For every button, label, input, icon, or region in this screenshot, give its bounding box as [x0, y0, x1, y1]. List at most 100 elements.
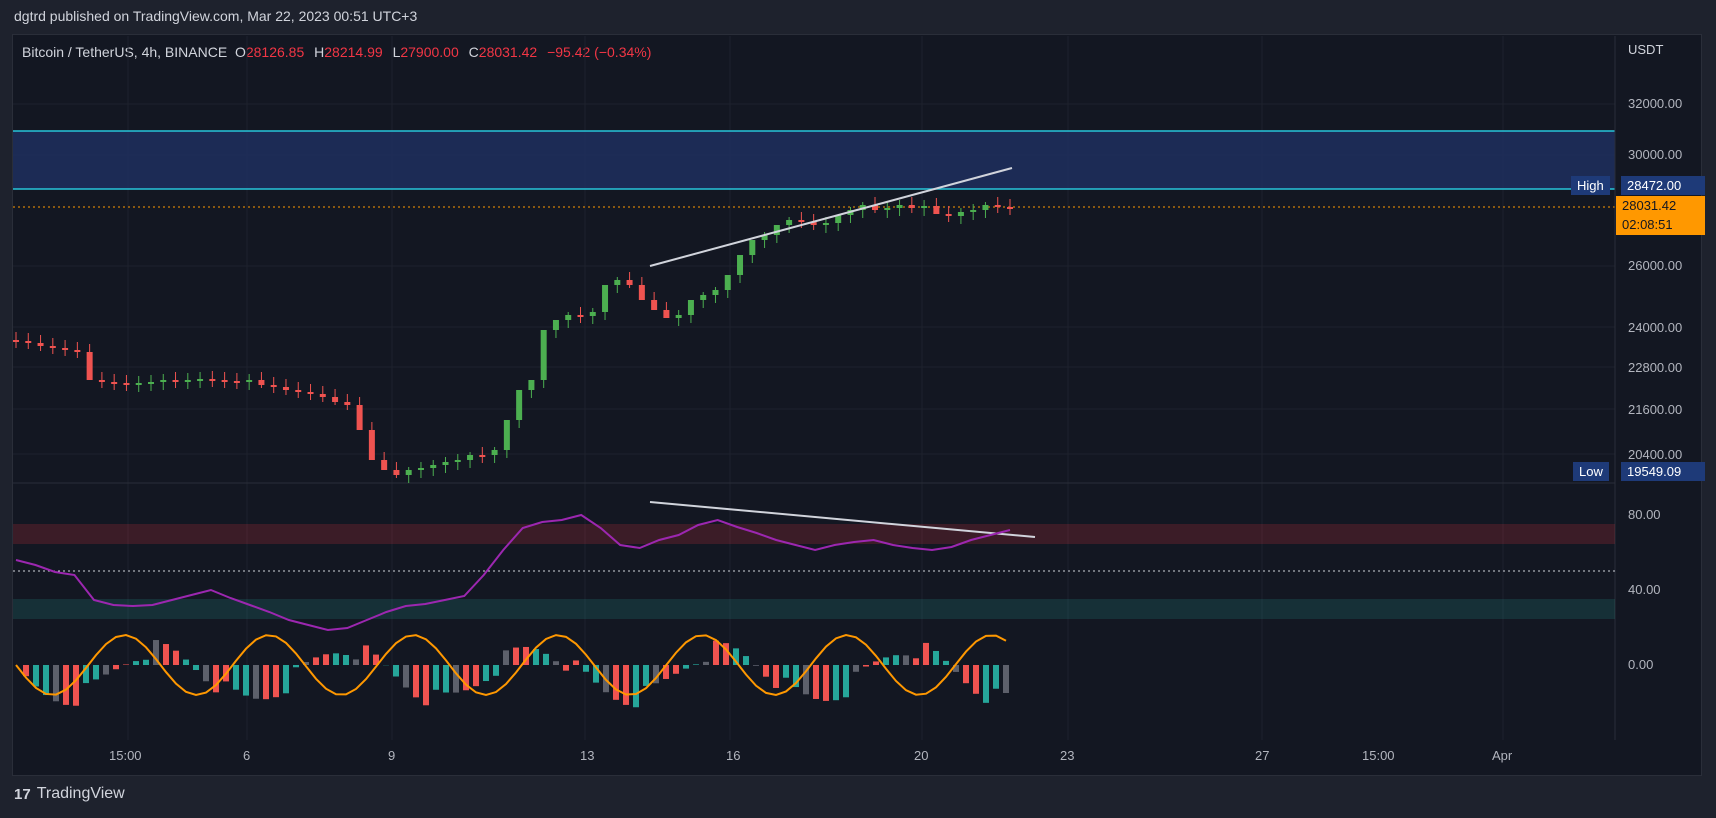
candle-body	[381, 460, 388, 470]
macd-histogram-bar	[503, 650, 509, 665]
macd-histogram-bar	[233, 665, 239, 690]
candle-body	[62, 348, 69, 350]
rsi-tick: 40.00	[1628, 582, 1661, 597]
macd-histogram-bar	[293, 665, 299, 668]
macd-histogram-bar	[743, 656, 749, 665]
macd-histogram-bar	[243, 665, 249, 696]
tradingview-watermark[interactable]: 17 TradingView	[14, 785, 125, 803]
macd-histogram-bar	[563, 665, 569, 671]
macd-histogram-bar	[583, 665, 589, 672]
candle-body	[123, 383, 130, 385]
candle-body	[467, 455, 474, 460]
macd-histogram-bar	[843, 665, 849, 698]
bar-countdown: 02:08:51	[1616, 215, 1705, 235]
macd-histogram-bar	[813, 665, 819, 699]
macd-histogram-bar	[783, 665, 789, 678]
candle-body	[503, 420, 510, 450]
macd-histogram-bar	[103, 665, 109, 675]
candle-body	[491, 450, 498, 455]
candle-body	[786, 220, 793, 225]
macd-histogram-bar	[903, 655, 909, 665]
macd-histogram-bar	[863, 665, 869, 667]
macd-histogram-bar	[683, 665, 689, 669]
candle-body	[638, 285, 645, 300]
macd-histogram-bar	[893, 655, 899, 665]
candle-body	[356, 405, 363, 430]
candle-body	[908, 205, 915, 208]
candle-body	[74, 350, 81, 352]
candle-body	[884, 208, 891, 210]
macd-histogram-bar	[63, 665, 69, 705]
macd-histogram-bar	[213, 665, 219, 693]
candle-body	[970, 210, 977, 212]
candle-body	[233, 381, 240, 383]
candle-body	[454, 460, 461, 462]
macd-histogram-bar	[283, 665, 289, 694]
macd-histogram-bar	[183, 659, 189, 665]
candle-body	[602, 285, 609, 312]
candle-body	[712, 290, 719, 295]
candle-body	[614, 280, 621, 285]
time-tick: 16	[726, 748, 741, 763]
macd-histogram-bar	[313, 657, 319, 665]
price-chart-svg[interactable]	[0, 0, 1716, 818]
macd-histogram-bar	[123, 664, 129, 665]
macd-histogram-bar	[993, 665, 999, 689]
rsi-tick: 80.00	[1628, 507, 1661, 522]
candle-body	[135, 383, 142, 385]
candle-body	[651, 300, 658, 310]
rsi-overbought-band	[13, 524, 1615, 544]
candle-body	[565, 315, 572, 320]
macd-histogram-bar	[773, 665, 779, 688]
candle-body	[25, 341, 32, 343]
macd-histogram-bar	[273, 665, 279, 698]
time-tick: 27	[1255, 748, 1270, 763]
macd-histogram-bar	[203, 665, 209, 682]
candle-body	[589, 312, 596, 316]
macd-histogram-bar	[253, 665, 259, 699]
candle-body	[282, 387, 289, 390]
currency-label: USDT	[1628, 42, 1664, 57]
macd-histogram-bar	[673, 665, 679, 674]
macd-histogram-bar	[73, 665, 79, 706]
candle-body	[344, 402, 351, 405]
candle-body	[405, 470, 412, 475]
candle-body	[945, 214, 952, 216]
candle-body	[37, 343, 44, 346]
candle-body	[417, 468, 424, 470]
candle-body	[258, 380, 265, 385]
macd-histogram-bar	[753, 665, 759, 666]
candle-body	[319, 394, 326, 397]
candle-body	[798, 220, 805, 222]
candle-body	[896, 205, 903, 208]
candle-body	[957, 212, 964, 216]
tradingview-logo-icon: 17	[14, 785, 31, 803]
macd-histogram-bar	[763, 665, 769, 677]
last-price-tag: 28031.42	[1616, 196, 1705, 216]
price-tick: 22800.00	[1628, 360, 1683, 375]
macd-histogram-bar	[543, 653, 549, 665]
macd-histogram-bar	[53, 665, 59, 702]
candle-body	[393, 470, 400, 475]
candle-body	[1007, 207, 1013, 209]
candle-body	[13, 340, 19, 342]
time-tick: 20	[914, 748, 929, 763]
macd-histogram-bar	[633, 665, 639, 708]
macd-histogram-bar	[1003, 665, 1009, 693]
macd-histogram-bar	[393, 665, 399, 677]
macd-histogram-bar	[983, 665, 989, 703]
candle-body	[86, 352, 93, 380]
macd-histogram-bar	[853, 665, 859, 672]
macd-histogram-bar	[553, 661, 559, 665]
macd-histogram-bar	[483, 665, 489, 682]
candle-body	[687, 300, 694, 315]
candle-body	[98, 380, 105, 382]
macd-histogram-bar	[623, 665, 629, 705]
candle-body	[737, 255, 744, 275]
macd-histogram-bar	[173, 650, 179, 665]
candle-body	[209, 379, 216, 381]
macd-histogram-bar	[163, 644, 169, 665]
macd-histogram-bar	[883, 657, 889, 665]
candle-body	[982, 205, 989, 210]
macd-histogram-bar	[643, 665, 649, 686]
